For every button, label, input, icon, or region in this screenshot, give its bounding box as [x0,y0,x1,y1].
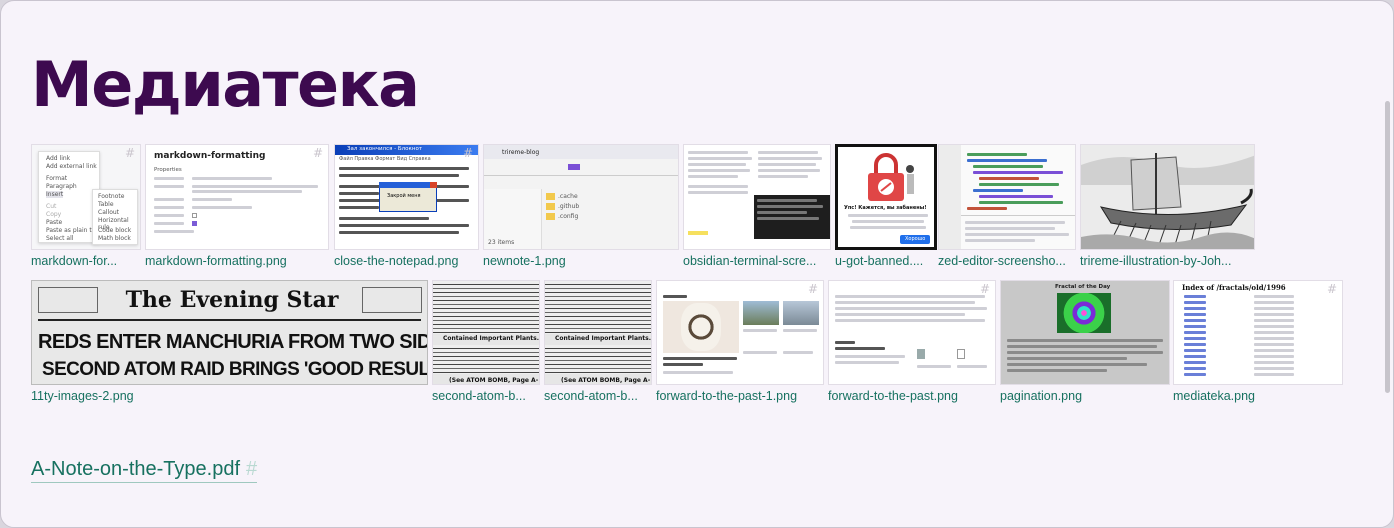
media-tile-markdown-for[interactable]: Add link Add external link Format Paragr… [31,144,141,270]
thumbnail-image[interactable] [683,144,831,250]
hash-icon: # [1326,282,1337,296]
media-library-window: Медиатека Add link Add external link For… [0,0,1394,528]
thumbnail-image[interactable]: Contained Important Plants. (See ATOM BO… [544,280,652,385]
pdf-attachment-link[interactable]: A-Note-on-the-Type.pdf # [31,456,258,483]
lock-icon [868,153,914,201]
media-caption[interactable]: trireme-illustration-by-Joh... [1080,252,1255,270]
media-tile-u-got-banned[interactable]: Упс! Кажется, вы забанены! Хорошо u-got-… [835,144,937,270]
media-caption[interactable]: second-atom-b... [544,387,652,405]
page-title: Медиатека [31,48,420,121]
media-caption[interactable]: pagination.png [1000,387,1170,405]
media-caption[interactable]: markdown-for... [31,252,141,270]
media-tile-mediateka[interactable]: Index of /fractals/old/1996 # mediateka.… [1173,280,1343,405]
media-tile-obsidian-terminal[interactable]: obsidian-terminal-scre... [683,144,831,270]
pdf-attachment-label[interactable]: A-Note-on-the-Type.pdf [31,458,240,480]
media-caption[interactable]: newnote-1.png [483,252,679,270]
thumbnail-image[interactable]: Add link Add external link Format Paragr… [31,144,141,250]
thumbnail-image[interactable]: Зал закончился - Блокнот Файл Правка Фор… [334,144,479,250]
hash-icon: # [462,146,473,160]
thumbnail-image[interactable]: Fractal of the Day [1000,280,1170,385]
thumbnail-image[interactable]: markdown-formatting Properties # [145,144,329,250]
media-tile-second-atom-2[interactable]: Contained Important Plants. (See ATOM BO… [544,280,652,405]
media-tile-close-the-notepad[interactable]: Зал закончился - Блокнот Файл Правка Фор… [334,144,479,270]
thumbnail-image[interactable]: Упс! Кажется, вы забанены! Хорошо [835,144,937,250]
media-caption[interactable]: second-atom-b... [432,387,540,405]
scrollbar[interactable] [1385,101,1390,393]
media-caption[interactable]: close-the-notepad.png [334,252,479,270]
thumbnail-image[interactable]: The Evening Star REDS ENTER MANCHURIA FR… [31,280,428,385]
hash-icon: # [124,146,135,160]
hash-icon: # [807,282,818,296]
thumbnail-image[interactable]: Index of /fractals/old/1996 # [1173,280,1343,385]
media-tile-forward-to-the-past[interactable]: # forward-to-the-past.png [828,280,996,405]
media-caption[interactable]: zed-editor-screensho... [938,252,1076,270]
thumbnail-image[interactable]: Contained Important Plants. (See ATOM BO… [432,280,540,385]
thumbnail-image[interactable]: trireme-blog .cache .github .config 23 i… [483,144,679,250]
media-caption[interactable]: obsidian-terminal-scre... [683,252,831,270]
media-tile-trireme-illustration[interactable]: trireme-illustration-by-Joh... [1080,144,1255,270]
media-tile-markdown-formatting[interactable]: markdown-formatting Properties # markdow… [145,144,329,270]
media-tile-newnote[interactable]: trireme-blog .cache .github .config 23 i… [483,144,679,270]
media-caption[interactable]: markdown-formatting.png [145,252,329,270]
media-caption[interactable]: forward-to-the-past-1.png [656,387,824,405]
hash-icon: # [246,458,258,480]
media-tile-11ty-images-2[interactable]: The Evening Star REDS ENTER MANCHURIA FR… [31,280,428,405]
media-tile-second-atom-1[interactable]: Contained Important Plants. (See ATOM BO… [432,280,540,405]
media-caption[interactable]: forward-to-the-past.png [828,387,996,405]
thumbnail-image[interactable] [938,144,1076,250]
thumbnail-image[interactable]: # [828,280,996,385]
thumbnail-image[interactable]: # [656,280,824,385]
media-caption[interactable]: 11ty-images-2.png [31,387,428,405]
hash-icon: # [312,146,323,160]
media-caption[interactable]: u-got-banned.... [835,252,937,270]
media-caption[interactable]: mediateka.png [1173,387,1343,405]
hash-icon: # [979,282,990,296]
thumbnail-image[interactable] [1080,144,1255,250]
media-tile-pagination[interactable]: Fractal of the Day pagination.png [1000,280,1170,405]
media-tile-zed-editor[interactable]: zed-editor-screensho... [938,144,1076,270]
trireme-ship-image [1081,145,1254,249]
media-tile-forward-to-the-past-1[interactable]: # forward-to-the-past-1.png [656,280,824,405]
